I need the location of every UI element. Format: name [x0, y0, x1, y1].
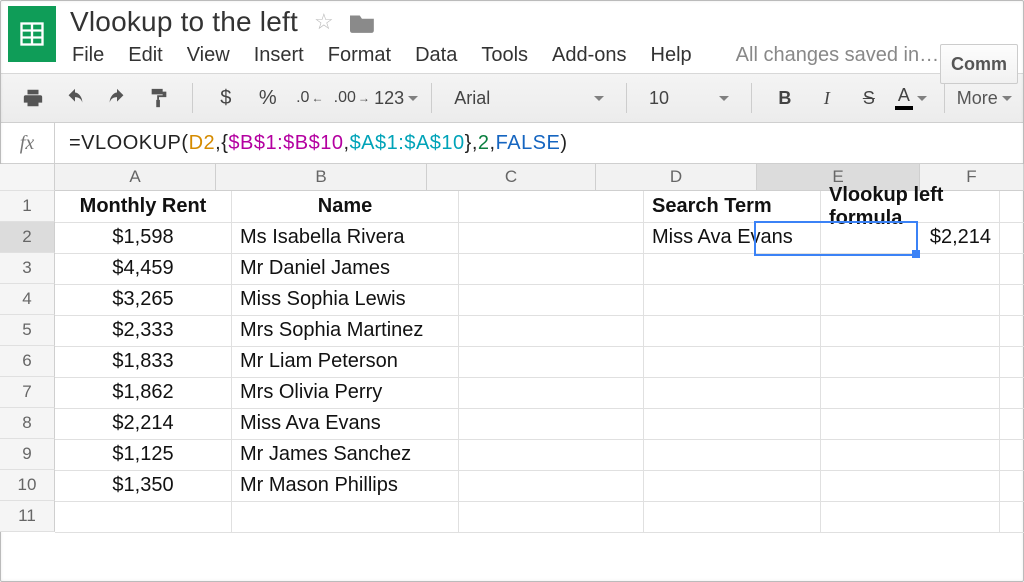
- cell[interactable]: Mr James Sanchez: [232, 439, 459, 471]
- row-header[interactable]: 2: [0, 222, 55, 253]
- cell[interactable]: Miss Sophia Lewis: [232, 284, 459, 316]
- cell[interactable]: Name: [232, 191, 459, 223]
- cell[interactable]: [459, 222, 644, 254]
- cell[interactable]: [1000, 253, 1024, 285]
- comments-button[interactable]: Comm: [940, 44, 1018, 84]
- row-header[interactable]: 5: [0, 315, 55, 346]
- cell[interactable]: [1000, 501, 1024, 533]
- row-header[interactable]: 11: [0, 501, 55, 532]
- cell[interactable]: Mrs Olivia Perry: [232, 377, 459, 409]
- column-header-B[interactable]: B: [216, 164, 427, 190]
- cell[interactable]: [1000, 439, 1024, 471]
- cell[interactable]: [821, 284, 1000, 316]
- cell[interactable]: Mrs Sophia Martinez: [232, 315, 459, 347]
- cell[interactable]: [644, 470, 821, 502]
- cell[interactable]: [821, 501, 1000, 533]
- cell[interactable]: [459, 191, 644, 223]
- cell[interactable]: [459, 501, 644, 533]
- cell[interactable]: [459, 408, 644, 440]
- cell[interactable]: $1,833: [55, 346, 232, 378]
- row-header[interactable]: 4: [0, 284, 55, 315]
- row-header[interactable]: 6: [0, 346, 55, 377]
- cell[interactable]: [821, 439, 1000, 471]
- cell[interactable]: [459, 470, 644, 502]
- cell[interactable]: Miss Ava Evans: [232, 408, 459, 440]
- cell[interactable]: $1,598: [55, 222, 232, 254]
- cell[interactable]: [644, 315, 821, 347]
- cell[interactable]: [1000, 346, 1024, 378]
- row-header[interactable]: 8: [0, 408, 55, 439]
- cell[interactable]: [644, 253, 821, 285]
- cell[interactable]: [821, 470, 1000, 502]
- cell[interactable]: [644, 377, 821, 409]
- spreadsheet-grid[interactable]: ABCDEF 1Monthly RentNameSearch TermVlook…: [0, 164, 1024, 532]
- cell[interactable]: Mr Daniel James: [232, 253, 459, 285]
- cell[interactable]: [459, 253, 644, 285]
- cell[interactable]: [55, 501, 232, 533]
- cell[interactable]: [1000, 222, 1024, 254]
- cell[interactable]: $2,333: [55, 315, 232, 347]
- cell[interactable]: [1000, 377, 1024, 409]
- cell[interactable]: Search Term: [644, 191, 821, 223]
- cell[interactable]: [821, 253, 1000, 285]
- cell[interactable]: [232, 501, 459, 533]
- cell[interactable]: [644, 408, 821, 440]
- cell[interactable]: [644, 439, 821, 471]
- cell[interactable]: [644, 346, 821, 378]
- cell[interactable]: Mr Liam Peterson: [232, 346, 459, 378]
- cell[interactable]: $2,214: [821, 222, 1000, 254]
- row-header[interactable]: 9: [0, 439, 55, 470]
- cell[interactable]: [644, 501, 821, 533]
- cell[interactable]: [459, 346, 644, 378]
- cell[interactable]: Mr Mason Phillips: [232, 470, 459, 502]
- cell[interactable]: [459, 315, 644, 347]
- cell[interactable]: $1,125: [55, 439, 232, 471]
- select-all-corner[interactable]: [0, 164, 55, 191]
- column-header-A[interactable]: A: [55, 164, 216, 190]
- cell[interactable]: [459, 284, 644, 316]
- cell[interactable]: [1000, 470, 1024, 502]
- cell[interactable]: [1000, 284, 1024, 316]
- cell[interactable]: [1000, 191, 1024, 223]
- cell[interactable]: $1,350: [55, 470, 232, 502]
- row-header[interactable]: 10: [0, 470, 55, 501]
- cell[interactable]: $1,862: [55, 377, 232, 409]
- cell[interactable]: [821, 315, 1000, 347]
- row-header[interactable]: 7: [0, 377, 55, 408]
- cell[interactable]: [1000, 408, 1024, 440]
- cell[interactable]: [459, 377, 644, 409]
- column-header-D[interactable]: D: [596, 164, 757, 190]
- row-header[interactable]: 1: [0, 191, 55, 222]
- cell[interactable]: [821, 377, 1000, 409]
- row-header[interactable]: 3: [0, 253, 55, 284]
- cell[interactable]: [459, 439, 644, 471]
- cell[interactable]: Ms Isabella Rivera: [232, 222, 459, 254]
- cell[interactable]: $4,459: [55, 253, 232, 285]
- cell[interactable]: Monthly Rent: [55, 191, 232, 223]
- cell[interactable]: [821, 408, 1000, 440]
- cell[interactable]: [644, 284, 821, 316]
- cell[interactable]: [1000, 315, 1024, 347]
- cell[interactable]: Miss Ava Evans: [644, 222, 821, 254]
- column-header-C[interactable]: C: [427, 164, 596, 190]
- cell[interactable]: $3,265: [55, 284, 232, 316]
- cell[interactable]: $2,214: [55, 408, 232, 440]
- cell[interactable]: [821, 346, 1000, 378]
- cell[interactable]: Vlookup left formula: [821, 191, 1000, 223]
